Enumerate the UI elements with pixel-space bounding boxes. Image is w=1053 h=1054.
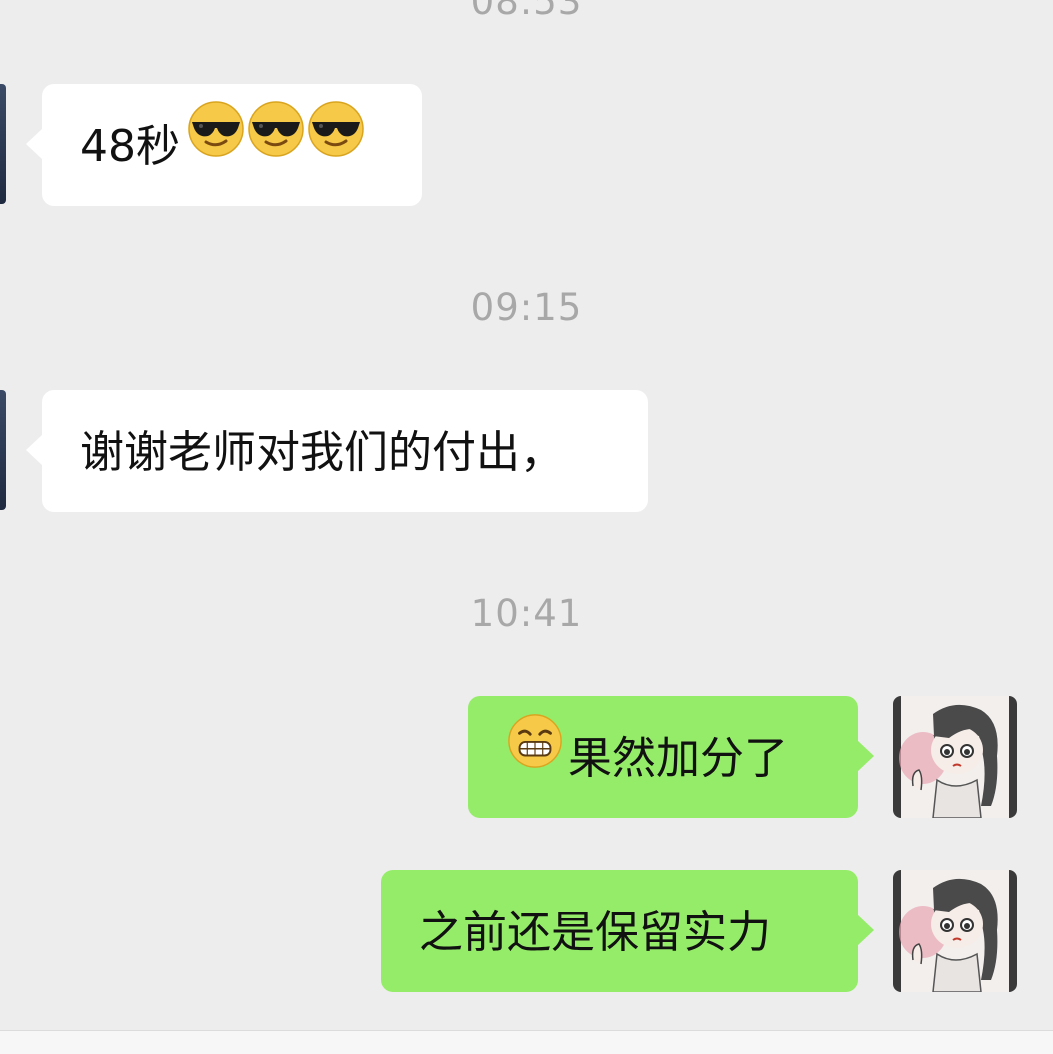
user-avatar[interactable] [893,696,1017,818]
message-text: 48秒 [80,121,180,172]
timestamp: 09:15 [470,286,583,329]
user-avatar[interactable] [893,870,1017,992]
timestamp: 08:53 [470,0,583,23]
sunglasses-emoji [246,83,306,205]
input-bar[interactable] [0,1030,1053,1054]
chat-message-area[interactable]: 08:53 48秒 09:15 谢谢老师对我们的付出， 10:41 果然加分了 [0,0,1053,1030]
sunglasses-emoji [306,83,366,205]
outgoing-message-bubble[interactable]: 之前还是保留实力 [381,870,874,992]
message-text: 果然加分了 [568,733,788,784]
message-text: 谢谢老师对我们的付出， [80,427,564,478]
incoming-message-bubble[interactable]: 48秒 [26,83,422,206]
sender-avatar[interactable] [0,84,6,204]
incoming-message-bubble[interactable]: 谢谢老师对我们的付出， [26,390,648,512]
grin-emoji [506,695,564,817]
message-text: 之前还是保留实力 [419,907,771,958]
sunglasses-emoji [186,83,246,205]
sender-avatar[interactable] [0,390,6,510]
timestamp: 10:41 [470,592,583,635]
outgoing-message-bubble[interactable]: 果然加分了 [468,695,874,818]
